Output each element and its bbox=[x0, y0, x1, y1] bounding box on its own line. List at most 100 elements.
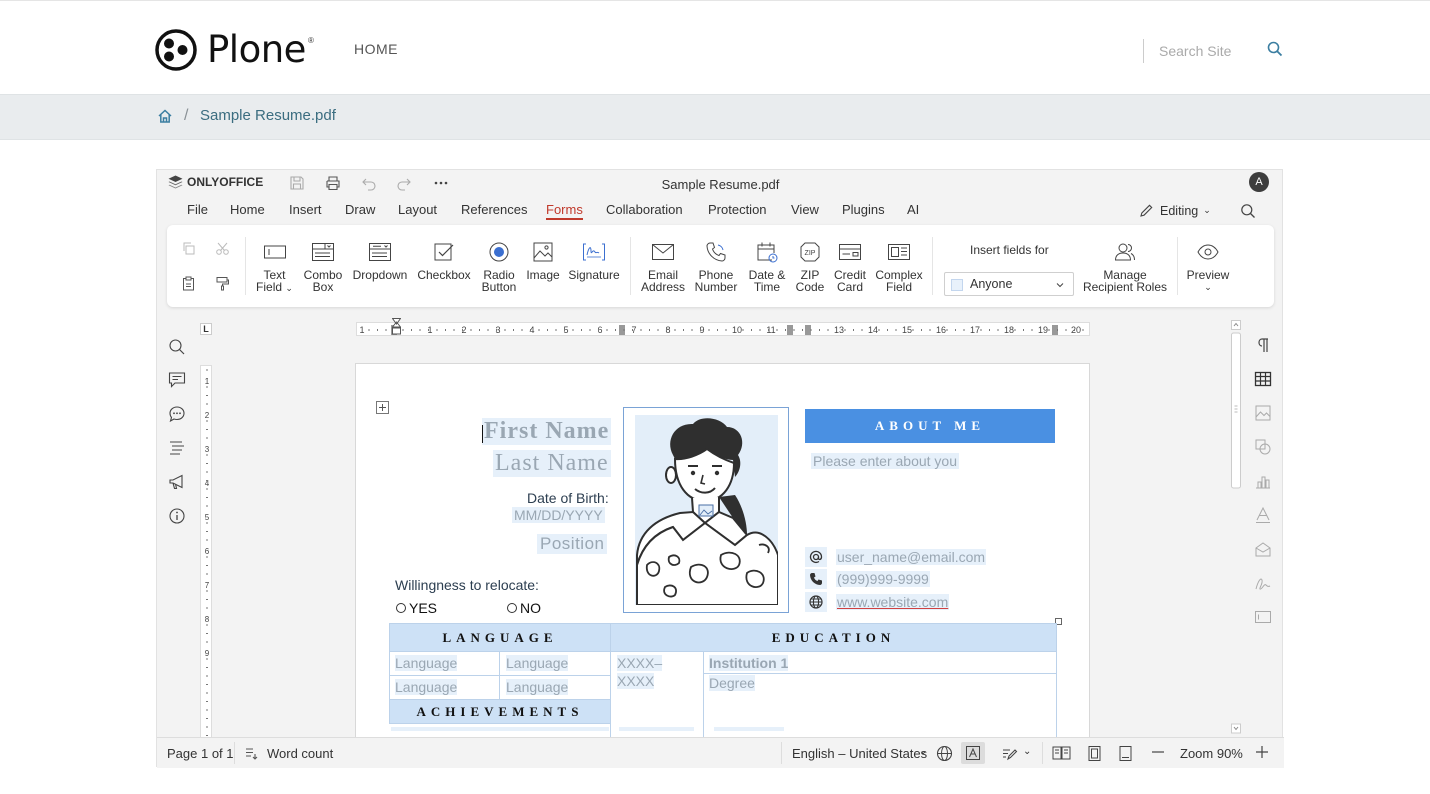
image-button[interactable]: Image bbox=[522, 241, 564, 281]
tab-ai[interactable]: AI bbox=[907, 202, 919, 217]
yes-radio[interactable]: YES bbox=[396, 600, 437, 616]
photo-field[interactable] bbox=[623, 407, 789, 613]
megaphone-icon[interactable] bbox=[168, 473, 186, 496]
tab-draw[interactable]: Draw bbox=[345, 202, 375, 217]
manage-recipient-roles-button[interactable]: Manage Recipient Roles bbox=[1081, 241, 1169, 293]
tab-protection[interactable]: Protection bbox=[708, 202, 767, 217]
email-address-button[interactable]: Email Address bbox=[638, 241, 688, 293]
save-icon[interactable] bbox=[289, 175, 305, 196]
comments-icon[interactable] bbox=[168, 371, 186, 394]
fit-width-icon[interactable] bbox=[1117, 745, 1134, 765]
users-icon bbox=[1081, 241, 1169, 263]
tab-plugins[interactable]: Plugins bbox=[842, 202, 885, 217]
table-cell[interactable]: Language bbox=[499, 675, 611, 700]
spellcheck-icon[interactable] bbox=[961, 742, 985, 764]
more-icon[interactable] bbox=[433, 175, 449, 196]
combo-box-button[interactable]: Combo Box bbox=[301, 241, 345, 293]
tab-references[interactable]: References bbox=[461, 202, 527, 217]
search-icon[interactable] bbox=[168, 338, 186, 361]
vertical-scrollbar[interactable] bbox=[1231, 320, 1241, 735]
text-art-settings-icon[interactable] bbox=[1254, 506, 1272, 529]
zoom-level[interactable]: Zoom 90% bbox=[1180, 746, 1243, 761]
image-settings-icon[interactable] bbox=[1254, 404, 1272, 427]
dob-field[interactable]: MM/DD/YYYY bbox=[512, 507, 605, 523]
phone-number-button[interactable]: Phone Number bbox=[691, 241, 741, 293]
info-icon[interactable] bbox=[168, 507, 186, 530]
signature-settings-icon[interactable] bbox=[1254, 574, 1272, 597]
globe-icon[interactable] bbox=[936, 745, 953, 765]
tab-stop-icon[interactable]: L bbox=[200, 323, 212, 335]
paragraph-icon[interactable] bbox=[1254, 336, 1272, 359]
tab-layout[interactable]: Layout bbox=[398, 202, 437, 217]
print-icon[interactable] bbox=[325, 175, 341, 196]
cut-icon[interactable] bbox=[215, 241, 230, 261]
zoom-in-icon[interactable] bbox=[1254, 744, 1270, 763]
zoom-out-icon[interactable] bbox=[1150, 744, 1166, 763]
radio-button-button[interactable]: Radio Button bbox=[475, 241, 523, 293]
email-field[interactable]: user_name@email.com bbox=[836, 549, 987, 565]
copy-icon[interactable] bbox=[181, 241, 196, 261]
indent-marker[interactable] bbox=[391, 318, 402, 338]
tab-forms[interactable]: Forms bbox=[546, 202, 583, 220]
undo-icon[interactable] bbox=[361, 175, 377, 196]
recipient-select[interactable]: Anyone bbox=[944, 272, 1074, 296]
tab-collaboration[interactable]: Collaboration bbox=[606, 202, 683, 217]
document-page[interactable]: First Name Last Name Date of Birth: MM/D… bbox=[355, 363, 1090, 768]
vertical-ruler[interactable]: 123456789 bbox=[200, 365, 212, 768]
plone-logo[interactable]: Plone ® bbox=[155, 28, 314, 71]
text-field-button[interactable]: Text Field ⌄ bbox=[252, 241, 297, 294]
multipage-view-icon[interactable] bbox=[1052, 745, 1071, 765]
table-cell[interactable]: Language bbox=[389, 651, 500, 676]
mail-merge-icon[interactable] bbox=[1254, 540, 1272, 563]
credit-card-button[interactable]: Credit Card bbox=[830, 241, 870, 293]
fit-page-icon[interactable] bbox=[1086, 745, 1103, 765]
table-settings-icon[interactable] bbox=[1254, 370, 1272, 393]
table-cell[interactable]: Institution 1 bbox=[703, 651, 1057, 674]
paste-icon[interactable] bbox=[181, 276, 196, 296]
form-settings-icon[interactable] bbox=[1254, 608, 1272, 631]
word-count-button[interactable]: Word count bbox=[267, 746, 333, 761]
page-indicator[interactable]: Page 1 of 1 bbox=[167, 746, 234, 761]
complex-field-button[interactable]: Complex Field bbox=[873, 241, 925, 293]
table-cell[interactable]: Language bbox=[499, 651, 611, 676]
signature-label: Signature bbox=[568, 268, 620, 282]
home-icon[interactable] bbox=[157, 108, 173, 129]
shape-settings-icon[interactable] bbox=[1254, 438, 1272, 461]
nav-home[interactable]: HOME bbox=[354, 41, 398, 57]
language-select[interactable]: English – United States bbox=[792, 746, 927, 761]
redo-icon[interactable] bbox=[396, 175, 412, 196]
zip-code-button[interactable]: ZIP ZIP Code bbox=[793, 241, 827, 293]
chart-settings-icon[interactable] bbox=[1254, 472, 1272, 495]
search-icon[interactable] bbox=[1267, 41, 1283, 62]
dropdown-button[interactable]: Dropdown bbox=[349, 241, 411, 281]
user-avatar[interactable]: A bbox=[1249, 172, 1269, 192]
format-painter-icon[interactable] bbox=[215, 276, 230, 296]
checkbox-button[interactable]: Checkbox bbox=[415, 241, 473, 281]
tab-view[interactable]: View bbox=[791, 202, 819, 217]
position-field[interactable]: Position bbox=[537, 534, 608, 554]
last-name-field[interactable]: Last Name bbox=[493, 450, 611, 477]
track-changes-icon[interactable] bbox=[1001, 745, 1018, 765]
editing-mode-button[interactable]: Editing ⌄ bbox=[1139, 203, 1211, 218]
first-name-field[interactable]: First Name bbox=[482, 418, 612, 445]
search-input[interactable] bbox=[1159, 43, 1259, 59]
signature-button[interactable]: Signature bbox=[565, 241, 623, 281]
table-move-handle-icon[interactable] bbox=[376, 401, 389, 419]
about-me-field[interactable]: Please enter about you bbox=[811, 453, 959, 469]
breadcrumb-file[interactable]: Sample Resume.pdf bbox=[200, 107, 336, 124]
no-radio[interactable]: NO bbox=[507, 600, 541, 616]
horizontal-ruler[interactable]: 1 1 2 3 4 5 6 7 8 9 10 11 13 14 15 16 17 18 19 20 bbox=[356, 322, 1090, 336]
tab-home[interactable]: Home bbox=[230, 202, 265, 217]
editing-label: Editing bbox=[1160, 203, 1199, 218]
navigation-icon[interactable] bbox=[168, 439, 186, 462]
website-field[interactable]: www.website.com bbox=[836, 594, 950, 610]
institution-field: Institution 1 bbox=[709, 655, 789, 671]
chat-icon[interactable] bbox=[168, 405, 186, 428]
tab-insert[interactable]: Insert bbox=[289, 202, 322, 217]
tab-file[interactable]: File bbox=[187, 202, 208, 217]
table-cell[interactable]: Language bbox=[389, 675, 500, 700]
preview-button[interactable]: Preview ⌄ bbox=[1183, 241, 1233, 293]
date-time-button[interactable]: Date & Time bbox=[744, 241, 790, 293]
phone-field[interactable]: (999)999-9999 bbox=[836, 571, 930, 587]
search-icon[interactable] bbox=[1240, 203, 1256, 224]
